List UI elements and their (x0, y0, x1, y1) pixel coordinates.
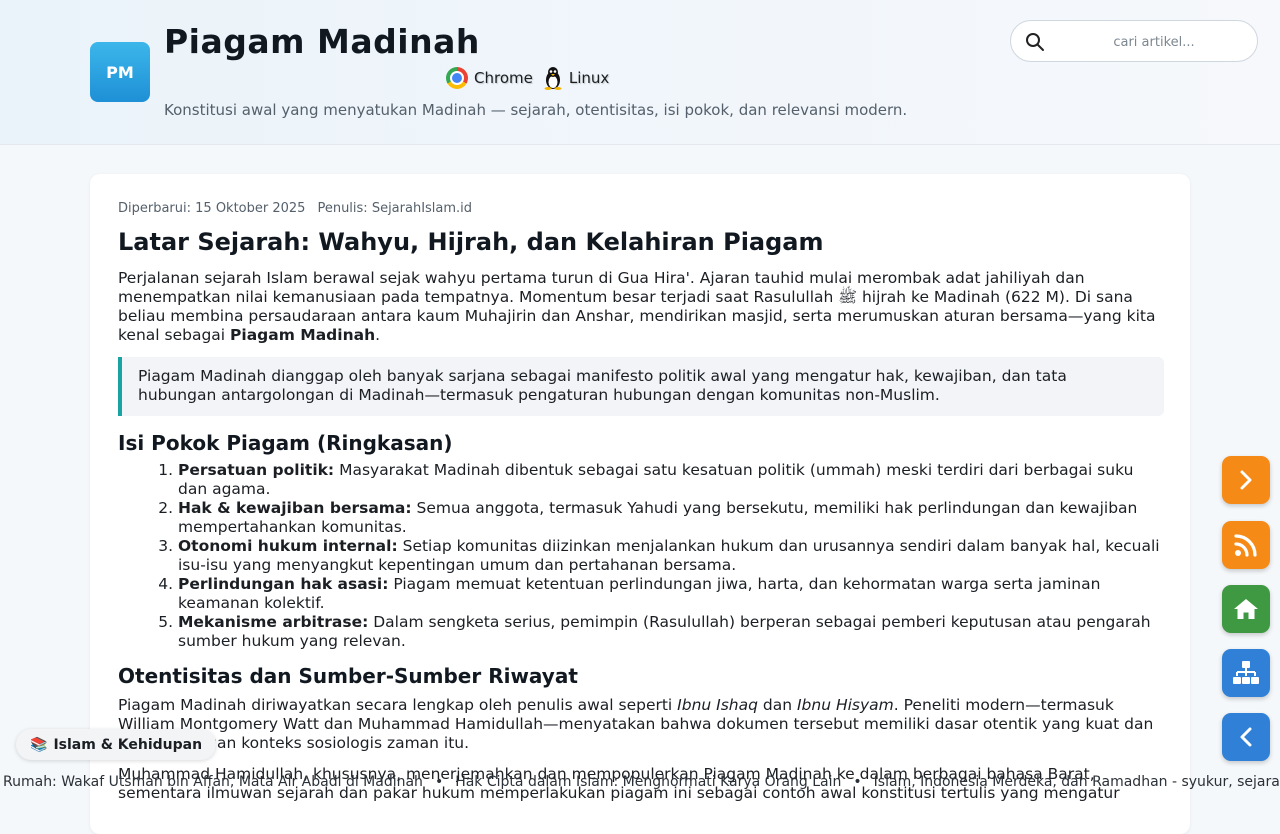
site-tagline: Konstitusi awal yang menyatukan Madinah … (164, 101, 908, 119)
badge-chrome: Chrome (446, 67, 533, 89)
chevron-left-icon (1240, 727, 1252, 747)
article-heading: Latar Sejarah: Wahyu, Hijrah, dan Kelahi… (118, 228, 824, 256)
site-header: PM Piagam Madinah Chrome Linux Konstitus… (0, 0, 1280, 145)
platform-badges: Chrome Linux (446, 66, 609, 90)
news-ticker[interactable]: Rumah: Wakaf Utsman bin Affan, Mata Air … (3, 774, 1280, 790)
article-card: Diperbarui: 15 Oktober 2025 Penulis: Seja… (90, 174, 1190, 834)
section-heading-otentisitas: Otentisitas dan Sumber-Sumber Riwayat (118, 664, 578, 688)
sitemap-icon (1233, 661, 1259, 684)
intro-paragraph: Perjalanan sejarah Islam berawal sejak w… (118, 269, 1156, 344)
search-icon[interactable] (1025, 32, 1045, 52)
linux-tux-icon (544, 67, 562, 90)
list-item: Mekanisme arbitrase: Dalam sengketa seri… (178, 613, 1164, 651)
site-logo[interactable]: PM (90, 42, 150, 102)
list-item: Otonomi hukum internal: Setiap komunitas… (178, 537, 1164, 575)
points-list: Persatuan politik: Masyarakat Madinah di… (118, 461, 1164, 651)
updated-date: Diperbarui: 15 Oktober 2025 (118, 201, 306, 216)
home-icon (1234, 599, 1258, 619)
section-heading-isi-pokok: Isi Pokok Piagam (Ringkasan) (118, 431, 453, 455)
highlight-quote: Piagam Madinah dianggap oleh banyak sarj… (118, 357, 1164, 416)
authenticity-paragraph: Piagam Madinah diriwayatkan secara lengk… (118, 696, 1154, 752)
salawat-glyph: ﷺ (838, 288, 858, 306)
ticker-item[interactable]: Islam, Indonesia Merdeka, dan Ramadhan -… (874, 774, 1280, 790)
home-button[interactable] (1222, 585, 1270, 633)
site-title[interactable]: Piagam Madinah (164, 22, 480, 61)
rss-icon (1234, 534, 1257, 557)
list-item: Persatuan politik: Masyarakat Madinah di… (178, 461, 1164, 499)
next-button[interactable] (1222, 456, 1270, 504)
list-item: Perlindungan hak asasi: Piagam memuat ke… (178, 575, 1164, 613)
search-box[interactable] (1010, 20, 1258, 62)
chrome-icon (446, 67, 468, 89)
back-button[interactable] (1222, 713, 1270, 761)
ticker-item[interactable]: Rumah: Wakaf Utsman bin Affan, Mata Air … (3, 774, 423, 790)
rss-button[interactable] (1222, 521, 1270, 569)
ticker-item[interactable]: Hak Cipta dalam Islam: Menghormati Karya… (455, 774, 841, 790)
badge-linux-label: Linux (568, 69, 610, 87)
books-icon: 📚 (30, 736, 48, 753)
search-input[interactable] (1057, 29, 1251, 55)
badge-chrome-label: Chrome (474, 69, 533, 87)
ticker-separator: • (434, 774, 444, 790)
badge-linux: Linux (543, 66, 609, 90)
category-tag-label: Islam & Kehidupan (53, 736, 203, 753)
article-meta: Diperbarui: 15 Oktober 2025 Penulis: Seja… (118, 201, 472, 216)
sitemap-button[interactable] (1222, 649, 1270, 697)
list-item: Hak & kewajiban bersama: Semua anggota, … (178, 499, 1164, 537)
author: Penulis: SejarahIslam.id (317, 201, 473, 216)
ticker-separator: • (853, 774, 862, 790)
category-tag-button[interactable]: 📚 Islam & Kehidupan (16, 729, 217, 760)
chevron-right-icon (1240, 470, 1252, 490)
